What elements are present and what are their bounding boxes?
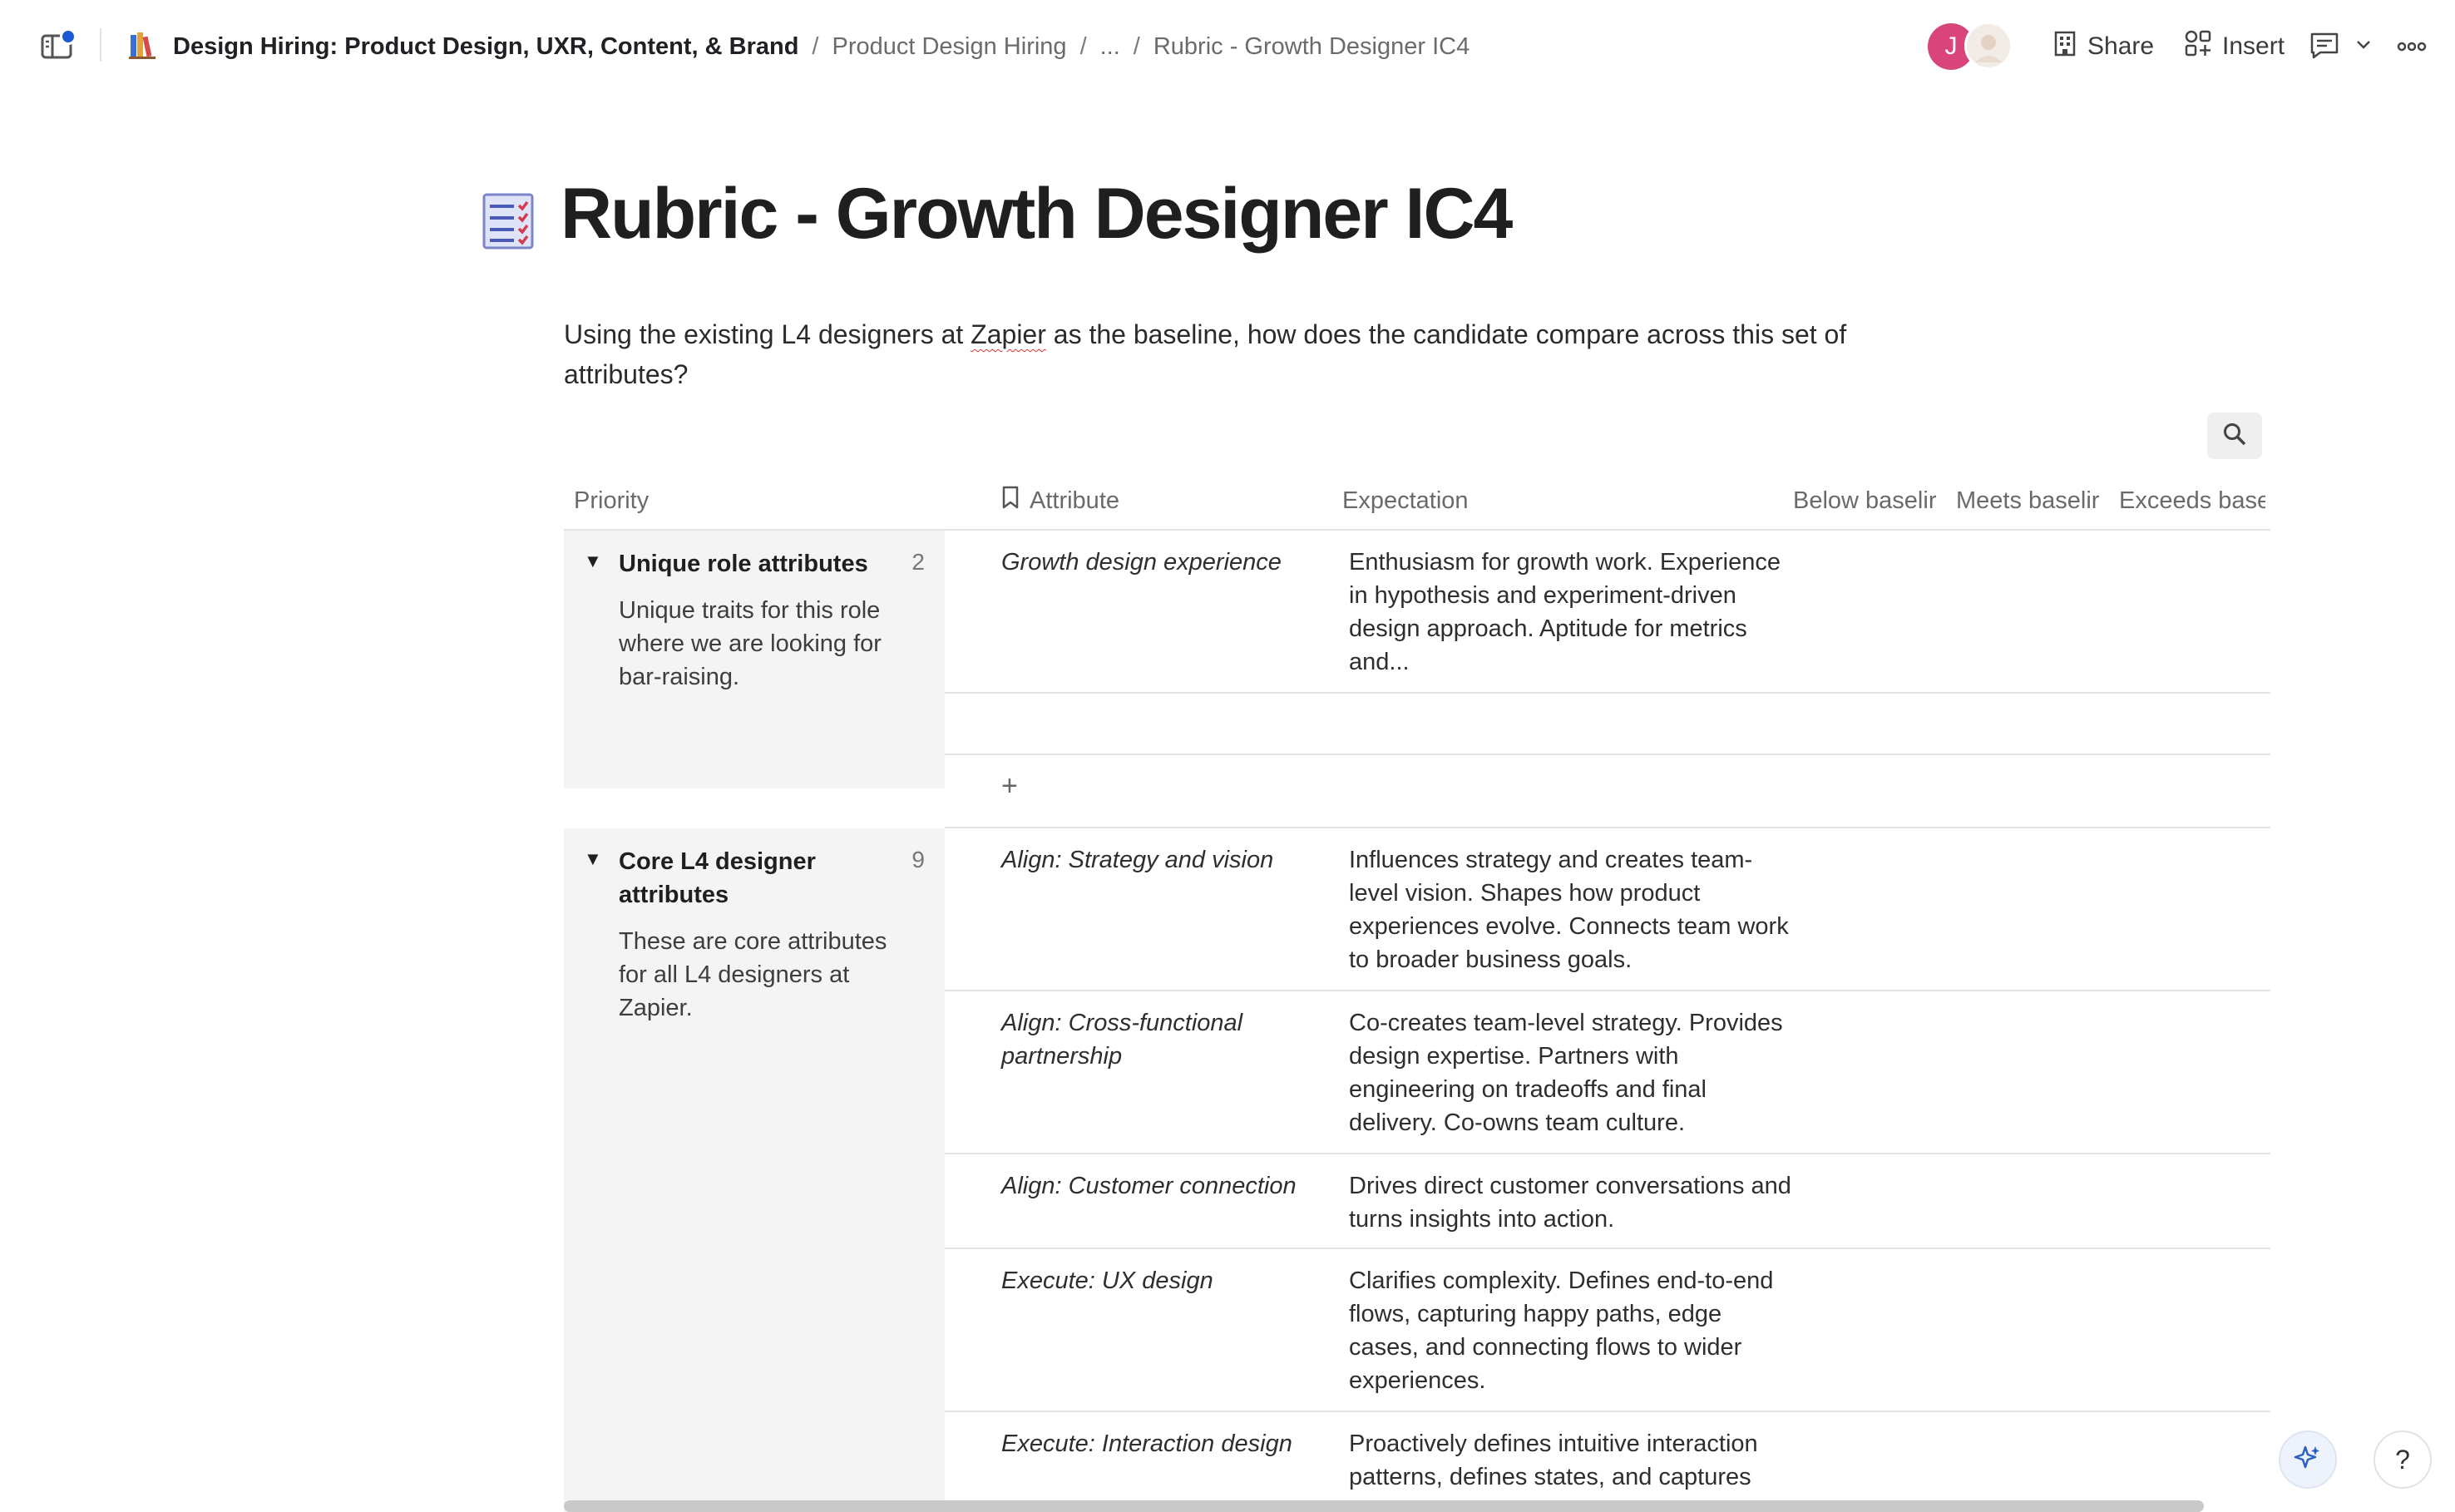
table-row[interactable] bbox=[945, 694, 2270, 755]
table-row[interactable]: Align: Cross-functional partnership Co-c… bbox=[945, 991, 2270, 1154]
column-header-label: Below baselir bbox=[1793, 487, 1937, 514]
cell-attribute[interactable]: Execute: Interaction design bbox=[1001, 1427, 1326, 1460]
cell-expectation[interactable]: Co-creates team-level strategy. Provides… bbox=[1349, 1006, 1798, 1139]
cell-expectation[interactable]: Proactively defines intuitive interactio… bbox=[1349, 1427, 1798, 1494]
bookmark-icon bbox=[1001, 485, 1020, 516]
share-button[interactable]: Share bbox=[2052, 25, 2154, 68]
page-title: Rubric - Growth Designer IC4 bbox=[561, 174, 1513, 254]
breadcrumb-item-current[interactable]: Rubric - Growth Designer IC4 bbox=[1153, 33, 1470, 61]
cell-expectation[interactable]: Influences strategy and creates team-lev… bbox=[1349, 843, 1798, 976]
group-unique-role-attributes: ▼ Unique role attributes 2 Unique traits… bbox=[564, 531, 2270, 828]
cell-expectation[interactable]: Enthusiasm for growth work. Experience i… bbox=[1349, 546, 1798, 679]
insert-shapes-icon bbox=[2184, 29, 2212, 64]
column-header-below-baseline[interactable]: Below baselir bbox=[1793, 484, 1939, 517]
horizontal-scrollbar[interactable] bbox=[564, 1500, 2204, 1512]
collapse-triangle-icon[interactable]: ▼ bbox=[584, 547, 619, 581]
sparkle-icon bbox=[2294, 1444, 2322, 1476]
search-icon bbox=[2222, 422, 2247, 451]
comment-icon[interactable] bbox=[2309, 30, 2340, 66]
intro-text-start: Using the existing L4 designers at bbox=[564, 319, 971, 349]
breadcrumb-separator: / bbox=[1133, 32, 1140, 60]
cell-attribute[interactable]: Align: Strategy and vision bbox=[1001, 843, 1326, 877]
rubric-table: Priority Attribute Expectation Below bas… bbox=[564, 474, 2270, 1512]
group-description: These are core attributes for all L4 des… bbox=[619, 928, 887, 1021]
group-count: 9 bbox=[911, 847, 925, 872]
avatar[interactable] bbox=[1964, 22, 2013, 70]
column-header-label: Priority bbox=[574, 487, 650, 514]
cell-attribute[interactable]: Align: Customer connection bbox=[1001, 1169, 1326, 1203]
group-description: Unique traits for this role where we are… bbox=[619, 597, 882, 690]
group-title: Unique role attributes bbox=[619, 551, 868, 577]
breadcrumb-separator: / bbox=[812, 32, 819, 60]
column-header-label: Meets baselir bbox=[1956, 487, 2100, 514]
ai-assistant-button[interactable] bbox=[2279, 1430, 2337, 1489]
table-row[interactable]: Align: Strategy and vision Influences st… bbox=[945, 828, 2270, 991]
group-sidebar: ▼ Unique role attributes 2 Unique traits… bbox=[564, 531, 945, 788]
column-header-label: Exceeds base bbox=[2119, 487, 2265, 514]
column-header-expectation[interactable]: Expectation bbox=[1342, 484, 1758, 517]
add-row-button[interactable]: + bbox=[945, 755, 2270, 828]
chevron-down-icon[interactable] bbox=[2355, 38, 2372, 56]
column-header-label: Expectation bbox=[1342, 487, 1469, 514]
sidebar-toggle-icon[interactable] bbox=[40, 28, 77, 62]
cell-attribute[interactable]: Align: Cross-functional partnership bbox=[1001, 1006, 1326, 1073]
avatar-initial: J bbox=[1944, 32, 1958, 60]
column-header-attribute[interactable]: Attribute bbox=[1001, 484, 1326, 517]
insert-button[interactable]: Insert bbox=[2184, 25, 2285, 68]
cell-attribute[interactable]: Growth design experience bbox=[1001, 546, 1326, 579]
group-sidebar: ▼ Core L4 designer attributes 9 These ar… bbox=[564, 828, 945, 1512]
breadcrumb-separator: / bbox=[1079, 32, 1087, 60]
column-header-label: Attribute bbox=[1030, 487, 1119, 514]
more-icon[interactable] bbox=[2397, 37, 2427, 61]
intro-text: Using the existing L4 designers at Zapie… bbox=[564, 314, 1911, 394]
breadcrumb-doc-title[interactable]: Design Hiring: Product Design, UXR, Cont… bbox=[173, 33, 798, 61]
insert-label: Insert bbox=[2222, 32, 2285, 60]
column-header-exceeds-baseline[interactable]: Exceeds base bbox=[2119, 484, 2265, 517]
divider bbox=[100, 28, 101, 62]
table-row[interactable]: Execute: UX design Clarifies complexity.… bbox=[945, 1249, 2270, 1412]
table-row[interactable]: Execute: Interaction design Proactively … bbox=[945, 1412, 2270, 1512]
cell-expectation[interactable]: Clarifies complexity. Defines end-to-end… bbox=[1349, 1264, 1798, 1397]
group-core-l4-designer-attributes: ▼ Core L4 designer attributes 9 These ar… bbox=[564, 828, 2270, 1512]
help-button[interactable]: ? bbox=[2373, 1430, 2432, 1489]
breadcrumb-item-product-design-hiring[interactable]: Product Design Hiring bbox=[832, 33, 1066, 61]
share-label: Share bbox=[2087, 32, 2155, 60]
table-row[interactable]: Growth design experience Enthusiasm for … bbox=[945, 531, 2270, 694]
cell-expectation[interactable]: Drives direct customer conversations and… bbox=[1349, 1169, 1798, 1236]
checklist-icon bbox=[482, 193, 534, 250]
top-bar: Design Hiring: Product Design, UXR, Cont… bbox=[0, 0, 2455, 93]
column-header-priority[interactable]: Priority bbox=[574, 484, 940, 517]
table-header: Priority Attribute Expectation Below bas… bbox=[564, 474, 2270, 531]
table-search-button[interactable] bbox=[2207, 413, 2262, 459]
building-icon bbox=[2052, 30, 2077, 63]
group-title: Core L4 designer attributes bbox=[619, 848, 816, 908]
breadcrumb-item-ellipsis[interactable]: ... bbox=[1100, 33, 1120, 61]
group-header[interactable]: ▼ Core L4 designer attributes 9 bbox=[584, 845, 925, 912]
group-count: 2 bbox=[911, 549, 925, 575]
doc-books-icon bbox=[128, 30, 158, 62]
column-header-meets-baseline[interactable]: Meets baselir bbox=[1956, 484, 2102, 517]
group-header[interactable]: ▼ Unique role attributes 2 bbox=[584, 547, 925, 581]
breadcrumb: Design Hiring: Product Design, UXR, Cont… bbox=[173, 25, 1470, 68]
collapse-triangle-icon[interactable]: ▼ bbox=[584, 845, 619, 912]
cell-attribute[interactable]: Execute: UX design bbox=[1001, 1264, 1326, 1297]
intro-link-zapier: Zapier bbox=[971, 319, 1046, 349]
table-row[interactable]: Align: Customer connection Drives direct… bbox=[945, 1154, 2270, 1249]
notification-dot bbox=[60, 28, 77, 45]
plus-icon: + bbox=[1001, 770, 1018, 802]
help-label: ? bbox=[2395, 1444, 2410, 1475]
